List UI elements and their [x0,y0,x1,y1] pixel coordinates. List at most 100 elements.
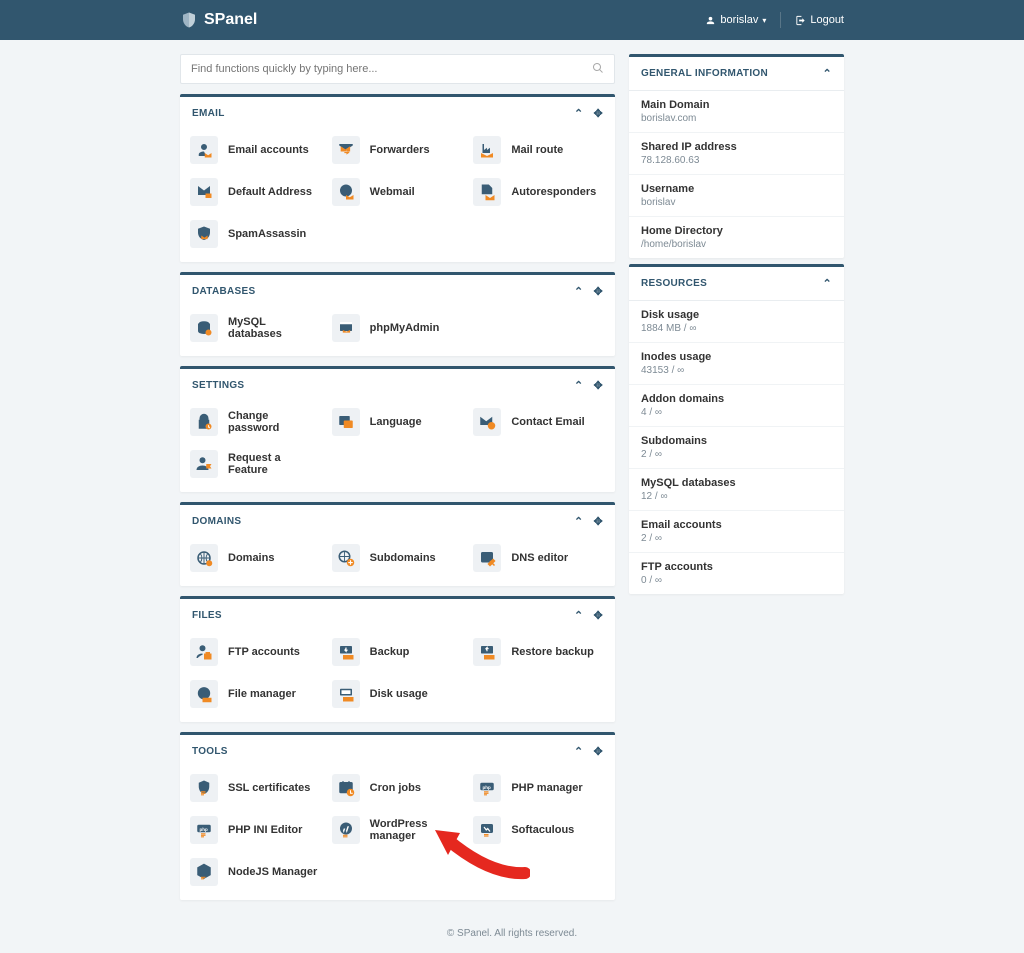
app-ssl-certificates[interactable]: SSL certificates [190,774,322,802]
app-label: DNS editor [511,552,568,564]
logout-icon [795,15,806,26]
forwarders-icon [332,136,360,164]
search-box[interactable] [180,54,615,84]
app-contact-email[interactable]: Contact Email [473,408,605,436]
app-wordpress-manager[interactable]: WordPress manager [332,816,464,844]
softaculous-icon [473,816,501,844]
globe-icon [190,544,218,572]
nodejs-icon [190,858,218,886]
footer: © SPanel. All rights reserved. [0,914,1024,953]
collapse-icon[interactable]: ⌃ [822,277,832,290]
collapse-icon[interactable]: ⌃ [574,609,584,622]
app-disk-usage[interactable]: Disk usage [332,680,464,708]
app-autoresponders[interactable]: AAutoresponders [473,178,605,206]
info-value: 43153 / ∞ [641,365,832,376]
app-forwarders[interactable]: Forwarders [332,136,464,164]
app-label: WordPress manager [370,818,464,842]
info-label: Disk usage [641,309,832,321]
default-address-icon [190,178,218,206]
section-title: DATABASES [192,286,255,297]
section-title: RESOURCES [641,278,707,289]
app-ftp-accounts[interactable]: FTP accounts [190,638,322,666]
header: SPanel borislav ▾ Logout [0,0,1024,40]
info-label: Email accounts [641,519,832,531]
app-language[interactable]: Language [332,408,464,436]
search-input[interactable] [191,63,592,75]
move-icon[interactable]: ✥ [593,515,603,528]
app-backup[interactable]: Backup [332,638,464,666]
app-php-manager[interactable]: php PHP manager [473,774,605,802]
app-restore-backup[interactable]: Restore backup [473,638,605,666]
info-value: 12 / ∞ [641,491,832,502]
file-manager-icon [190,680,218,708]
app-mail-route[interactable]: Mail route [473,136,605,164]
app-label: SpamAssassin [228,228,306,240]
panel-head-email: EMAIL ⌃ ✥ [180,97,615,130]
info-row: Subdomains2 / ∞ [629,427,844,469]
info-row: Email accounts2 / ∞ [629,511,844,553]
brand-text: SPanel [204,11,257,29]
user-menu[interactable]: borislav ▾ [705,14,766,26]
subdomains-icon [332,544,360,572]
info-label: FTP accounts [641,561,832,573]
app-mysql-databases[interactable]: MySQL databases [190,314,322,342]
feature-icon [190,450,218,478]
app-label: Contact Email [511,416,584,428]
app-webmail[interactable]: Webmail [332,178,464,206]
move-icon[interactable]: ✥ [593,745,603,758]
app-default-address[interactable]: Default Address [190,178,322,206]
divider [780,12,781,28]
app-label: FTP accounts [228,646,300,658]
logo[interactable]: SPanel [180,11,257,29]
move-icon[interactable]: ✥ [593,285,603,298]
app-label: PHP INI Editor [228,824,302,836]
move-icon[interactable]: ✥ [593,107,603,120]
app-phpmyadmin[interactable]: phpMyAdmin [332,314,464,342]
app-label: Webmail [370,186,415,198]
panel-general-info: GENERAL INFORMATION⌃ Main Domainborislav… [629,54,844,258]
info-row: Main Domainborislav.com [629,91,844,133]
logout-button[interactable]: Logout [795,14,844,26]
autoresponders-icon: A [473,178,501,206]
app-label: Mail route [511,144,563,156]
info-value: borislav [641,197,832,208]
move-icon[interactable]: ✥ [593,609,603,622]
collapse-icon[interactable]: ⌃ [574,745,584,758]
app-php-ini-editor[interactable]: phpPHP INI Editor [190,816,322,844]
app-request-feature[interactable]: Request a Feature [190,450,322,478]
collapse-icon[interactable]: ⌃ [574,107,584,120]
logout-text: Logout [810,14,844,26]
username-text: borislav [720,14,758,26]
footer-text: © SPanel. All rights reserved. [447,928,577,939]
app-spamassassin[interactable]: SpamAssassin [190,220,322,248]
panel-email: EMAIL ⌃ ✥ Email accounts Forwarders Mail… [180,94,615,262]
search-icon [592,62,604,77]
app-nodejs-manager[interactable]: NodeJS Manager [190,858,322,886]
cron-icon [332,774,360,802]
app-change-password[interactable]: Change password [190,408,322,436]
app-subdomains[interactable]: Subdomains [332,544,464,572]
collapse-icon[interactable]: ⌃ [822,67,832,80]
backup-icon [332,638,360,666]
collapse-icon[interactable]: ⌃ [574,379,584,392]
php-manager-icon: php [473,774,501,802]
collapse-icon[interactable]: ⌃ [574,515,584,528]
app-softaculous[interactable]: Softaculous [473,816,605,844]
info-label: Home Directory [641,225,832,237]
app-label: PHP manager [511,782,582,794]
app-cron-jobs[interactable]: Cron jobs [332,774,464,802]
app-file-manager[interactable]: File manager [190,680,322,708]
resources-body: Disk usage1884 MB / ∞ Inodes usage43153 … [629,301,844,594]
collapse-icon[interactable]: ⌃ [574,285,584,298]
app-label: Backup [370,646,410,658]
app-dns-editor[interactable]: DNS editor [473,544,605,572]
phpmyadmin-icon [332,314,360,342]
section-title: TOOLS [192,746,228,757]
info-row: Home Directory/home/borislav [629,217,844,258]
app-label: Cron jobs [370,782,421,794]
info-row: FTP accounts0 / ∞ [629,553,844,594]
app-email-accounts[interactable]: Email accounts [190,136,322,164]
move-icon[interactable]: ✥ [593,379,603,392]
svg-text:A: A [485,187,490,194]
app-domains[interactable]: Domains [190,544,322,572]
